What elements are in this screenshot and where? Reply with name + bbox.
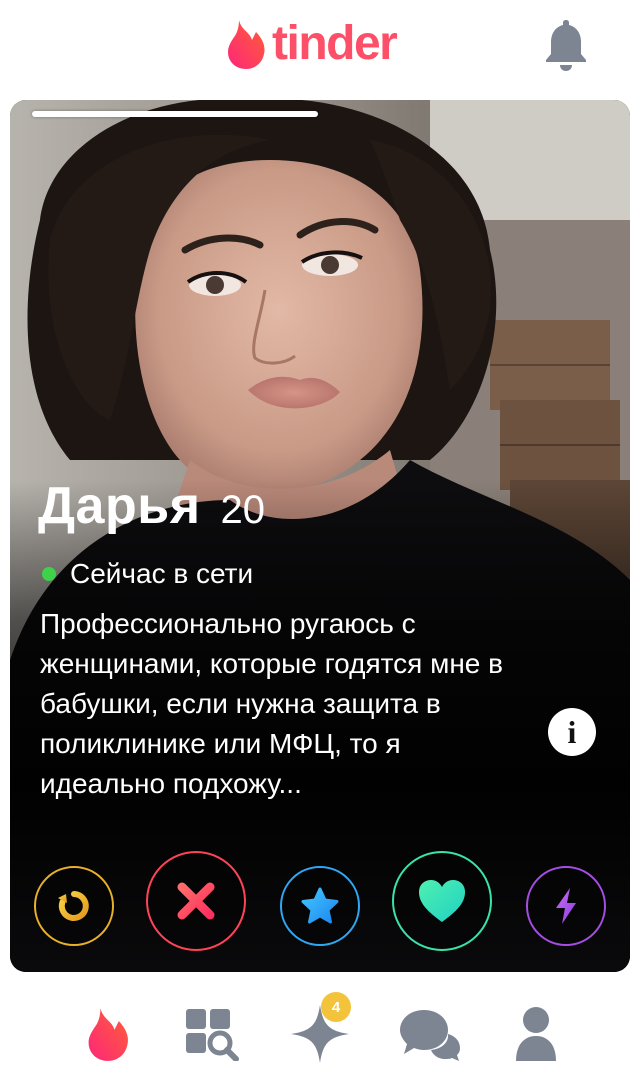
profile-age: 20	[220, 488, 266, 532]
top-bar: tinder	[0, 0, 640, 90]
name-age-row: Дарья 20	[38, 476, 265, 536]
profile-info-button[interactable]: i	[548, 708, 596, 756]
boost-bolt-icon	[556, 888, 576, 924]
online-status: Сейчас в сети	[42, 558, 253, 590]
logo-wordmark: tinder	[272, 17, 398, 70]
profile-card[interactable]: Дарья 20 Сейчас в сети Профессионально р…	[10, 100, 630, 972]
online-dot-icon	[42, 567, 56, 581]
tinder-logo[interactable]: tinder	[226, 16, 398, 72]
likes-count-badge: 4	[321, 992, 351, 1022]
like-button[interactable]	[392, 851, 492, 951]
rewind-button[interactable]	[34, 866, 114, 946]
boost-button[interactable]	[526, 866, 606, 946]
profile-icon	[516, 1007, 556, 1061]
super-like-button[interactable]	[280, 866, 360, 946]
explore-grid-icon	[186, 1009, 239, 1061]
info-icon: i	[567, 714, 577, 750]
nav-gold-likes[interactable]: 4	[284, 992, 356, 1070]
bottom-nav: 4	[0, 982, 640, 1088]
profile-name: Дарья	[38, 477, 201, 535]
nav-profile[interactable]	[500, 998, 572, 1070]
flame-icon	[228, 20, 265, 69]
nope-x-icon	[177, 882, 215, 920]
profile-bio: Профессионально ругаюсь с женщинами, кот…	[40, 608, 504, 799]
rewind-icon	[58, 891, 89, 921]
like-heart-icon	[419, 880, 465, 922]
chat-bubbles-icon	[400, 1010, 460, 1061]
bell-icon[interactable]	[544, 16, 588, 72]
online-status-text: Сейчас в сети	[70, 558, 254, 589]
nav-discover[interactable]	[72, 998, 144, 1070]
nav-messages[interactable]	[394, 998, 466, 1070]
flame-icon	[88, 1008, 128, 1061]
super-like-star-icon	[301, 887, 339, 924]
nav-explore[interactable]	[174, 998, 246, 1070]
nope-button[interactable]	[146, 851, 246, 951]
photo-progress-bar	[32, 111, 318, 117]
